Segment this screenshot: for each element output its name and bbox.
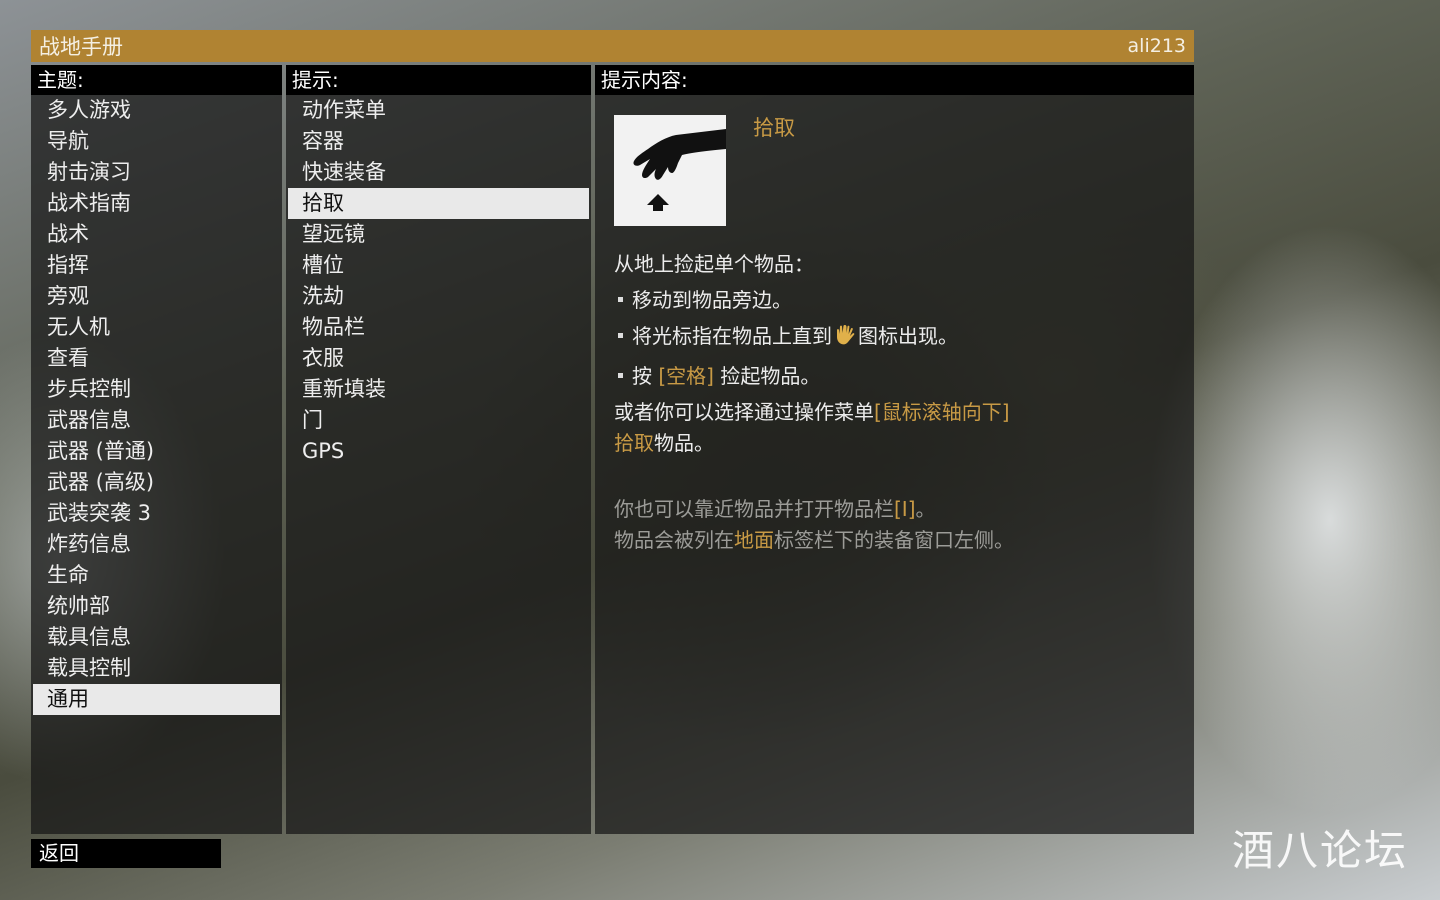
topic-item[interactable]: 载具信息 <box>33 622 280 653</box>
topic-item[interactable]: 旁观 <box>33 281 280 312</box>
watermark: 酒八论坛 <box>1231 826 1408 875</box>
topic-item[interactable]: 导航 <box>33 126 280 157</box>
bullet-line: 将光标指在物品上直到 图标出现。 <box>614 318 1174 358</box>
topic-item[interactable]: 查看 <box>33 343 280 374</box>
topic-item[interactable]: 战术指南 <box>33 188 280 219</box>
hint-item[interactable]: 容器 <box>288 126 589 157</box>
hint-item[interactable]: GPS <box>288 436 589 467</box>
hint-item-selected[interactable]: 拾取 <box>288 188 589 219</box>
topic-item-selected[interactable]: 通用 <box>33 684 280 715</box>
title-bar: 战地手册 ali213 <box>31 30 1194 62</box>
topic-item[interactable]: 生命 <box>33 560 280 591</box>
topic-item[interactable]: 指挥 <box>33 250 280 281</box>
topic-item[interactable]: 射击演习 <box>33 157 280 188</box>
hint-item[interactable]: 望远镜 <box>288 219 589 250</box>
hint-item[interactable]: 重新填装 <box>288 374 589 405</box>
dim-line: 物品会被列在地面标签栏下的装备窗口左侧。 <box>614 528 1014 552</box>
content-line: 拾取物品。 <box>614 431 714 455</box>
topic-item[interactable]: 武器信息 <box>33 405 280 436</box>
topic-item[interactable]: 武器 (普通) <box>33 436 280 467</box>
hint-item[interactable]: 动作菜单 <box>288 95 589 126</box>
hint-item[interactable]: 门 <box>288 405 589 436</box>
window-title: 战地手册 <box>39 35 123 59</box>
bullet-icon <box>618 297 623 302</box>
pickup-hand-icon <box>614 115 726 226</box>
hints-header: 提示: <box>286 65 591 95</box>
bullet-icon <box>618 333 623 338</box>
topic-item[interactable]: 战术 <box>33 219 280 250</box>
hint-item[interactable]: 衣服 <box>288 343 589 374</box>
dim-line: 你也可以靠近物品并打开物品栏[I]。 <box>614 497 936 521</box>
topics-header: 主题: <box>31 65 282 95</box>
hints-panel: 提示: 动作菜单 容器 快速装备 拾取 望远镜 槽位 洗劫 物品栏 衣服 重新填… <box>286 65 591 834</box>
key-hint: 拾取 <box>614 431 654 455</box>
topic-item[interactable]: 武器 (高级) <box>33 467 280 498</box>
bullet-line: 移动到物品旁边。 <box>614 282 1174 318</box>
topic-item[interactable]: 武装突袭 3 <box>33 498 280 529</box>
topics-panel: 主题: 多人游戏 导航 射击演习 战术指南 战术 指挥 旁观 无人机 查看 步兵… <box>31 65 282 834</box>
bullet-icon <box>618 373 623 378</box>
content-header: 提示内容: <box>595 65 1194 95</box>
hint-item[interactable]: 洗劫 <box>288 281 589 312</box>
content-line: 或者你可以选择通过操作菜单[鼠标滚轴向下] <box>614 400 1010 424</box>
content-line: 从地上捡起单个物品： <box>614 252 814 276</box>
hand-cursor-icon <box>833 322 857 358</box>
topic-item[interactable]: 炸药信息 <box>33 529 280 560</box>
hint-title: 拾取 <box>753 116 795 140</box>
hint-content: 从地上捡起单个物品： 移动到物品旁边。 将光标指在物品上直到 图标出现。 按 [空… <box>614 246 1174 556</box>
topic-item[interactable]: 无人机 <box>33 312 280 343</box>
hint-item[interactable]: 槽位 <box>288 250 589 281</box>
back-button[interactable]: 返回 <box>31 839 221 868</box>
topic-item[interactable]: 统帅部 <box>33 591 280 622</box>
key-hint: [空格] <box>658 364 714 388</box>
site-tag: ali213 <box>1127 35 1186 57</box>
topics-list: 多人游戏 导航 射击演习 战术指南 战术 指挥 旁观 无人机 查看 步兵控制 武… <box>31 95 282 715</box>
hint-item[interactable]: 物品栏 <box>288 312 589 343</box>
topic-item[interactable]: 载具控制 <box>33 653 280 684</box>
key-hint: [鼠标滚轴向下] <box>874 400 1010 424</box>
hints-list: 动作菜单 容器 快速装备 拾取 望远镜 槽位 洗劫 物品栏 衣服 重新填装 门 … <box>286 95 591 467</box>
topic-item[interactable]: 多人游戏 <box>33 95 280 126</box>
hint-item[interactable]: 快速装备 <box>288 157 589 188</box>
key-hint: [I] <box>894 497 916 521</box>
topic-item[interactable]: 步兵控制 <box>33 374 280 405</box>
key-hint: 地面 <box>734 528 774 552</box>
content-panel: 提示内容: 拾取 从地上捡起单个物品： 移动到物品旁边。 将光标指在物品上直到图… <box>595 65 1194 834</box>
bullet-line: 按 [空格] 捡起物品。 <box>614 358 1174 394</box>
